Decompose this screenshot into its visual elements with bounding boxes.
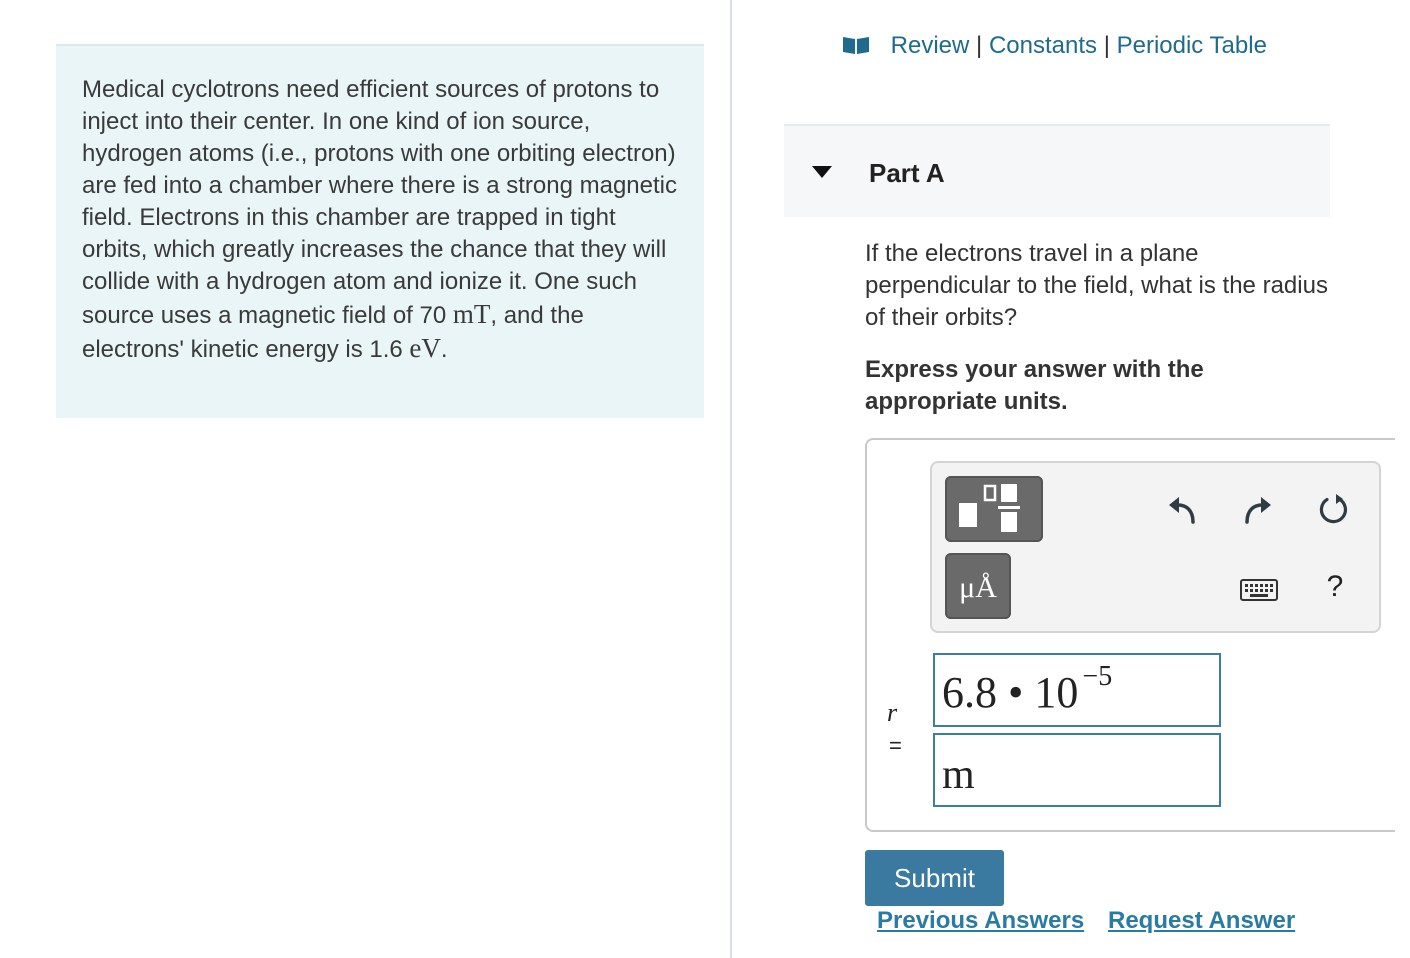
problem-text: Medical cyclotrons need efficient source… xyxy=(82,74,678,366)
link-separator: | xyxy=(1103,32,1110,59)
undo-icon[interactable] xyxy=(1162,490,1202,530)
equals-sign: = xyxy=(889,733,902,758)
help-button[interactable]: ? xyxy=(1318,567,1352,607)
periodic-table-link[interactable]: Periodic Table xyxy=(1117,32,1267,59)
column-divider xyxy=(730,0,732,958)
answer-unit: m xyxy=(942,752,975,798)
problem-text-part1: Medical cyclotrons need efficient source… xyxy=(82,76,677,329)
constants-link[interactable]: Constants xyxy=(989,32,1097,59)
answer-base: 10 xyxy=(1034,668,1079,717)
problem-statement-panel: Medical cyclotrons need efficient source… xyxy=(56,44,704,418)
unit-electronvolt: eV xyxy=(409,333,441,363)
fraction-template-icon xyxy=(959,484,1020,532)
previous-answers-link[interactable]: Previous Answers xyxy=(877,907,1084,935)
caret-down-icon[interactable] xyxy=(812,166,832,178)
answer-times-dot: • xyxy=(1008,668,1024,717)
units-button[interactable]: μÅ xyxy=(945,553,1011,619)
redo-icon[interactable] xyxy=(1238,490,1278,530)
answer-value: 6.8 • 10 −5 xyxy=(942,661,1112,718)
answer-exponent: −5 xyxy=(1082,661,1113,693)
question-text: If the electrons travel in a plane perpe… xyxy=(865,240,1328,331)
request-answer-link[interactable]: Request Answer xyxy=(1108,907,1295,935)
submit-button[interactable]: Submit xyxy=(865,850,1004,906)
part-title: Part A xyxy=(869,158,945,188)
answer-unit-input[interactable]: m xyxy=(933,733,1221,807)
part-a-header[interactable]: Part A xyxy=(784,124,1330,217)
unit-millitesla: mT xyxy=(452,299,491,329)
review-link[interactable]: Review xyxy=(891,32,970,59)
answer-variable: r xyxy=(887,698,898,727)
templates-button[interactable] xyxy=(945,476,1043,542)
instruction-text: Express your answer with the appropriate… xyxy=(865,356,1204,415)
keyboard-icon[interactable] xyxy=(1238,572,1280,608)
reset-icon[interactable] xyxy=(1314,490,1354,530)
book-icon xyxy=(842,34,870,62)
top-links: Review | Constants | Periodic Table xyxy=(842,32,1267,62)
answer-value-input[interactable]: 6.8 • 10 −5 xyxy=(933,653,1221,727)
problem-text-end: . xyxy=(440,336,448,363)
answer-mantissa: 6.8 xyxy=(942,668,997,717)
link-separator: | xyxy=(976,32,983,59)
